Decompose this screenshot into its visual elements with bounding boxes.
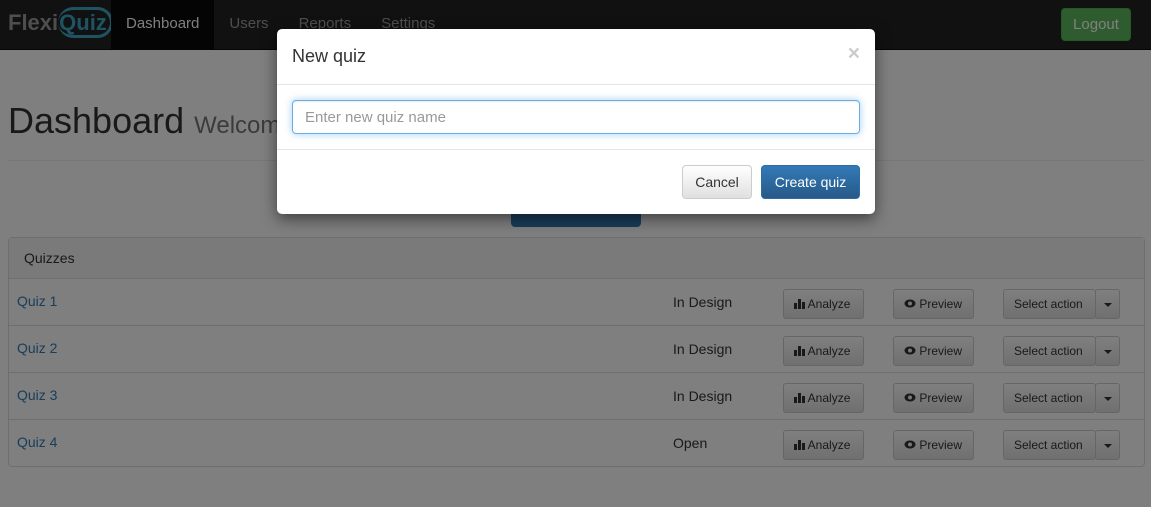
close-icon[interactable]: × (848, 42, 860, 66)
modal-title: New quiz (292, 46, 367, 66)
cancel-button[interactable]: Cancel (682, 165, 752, 199)
create-quiz-button[interactable]: Create quiz (761, 165, 860, 199)
quiz-name-input[interactable] (292, 100, 860, 134)
modal-footer: Cancel Create quiz (277, 150, 875, 214)
modal-body (277, 85, 875, 150)
new-quiz-modal: New quiz × Cancel Create quiz (277, 29, 875, 214)
modal-header: New quiz × (277, 29, 875, 85)
